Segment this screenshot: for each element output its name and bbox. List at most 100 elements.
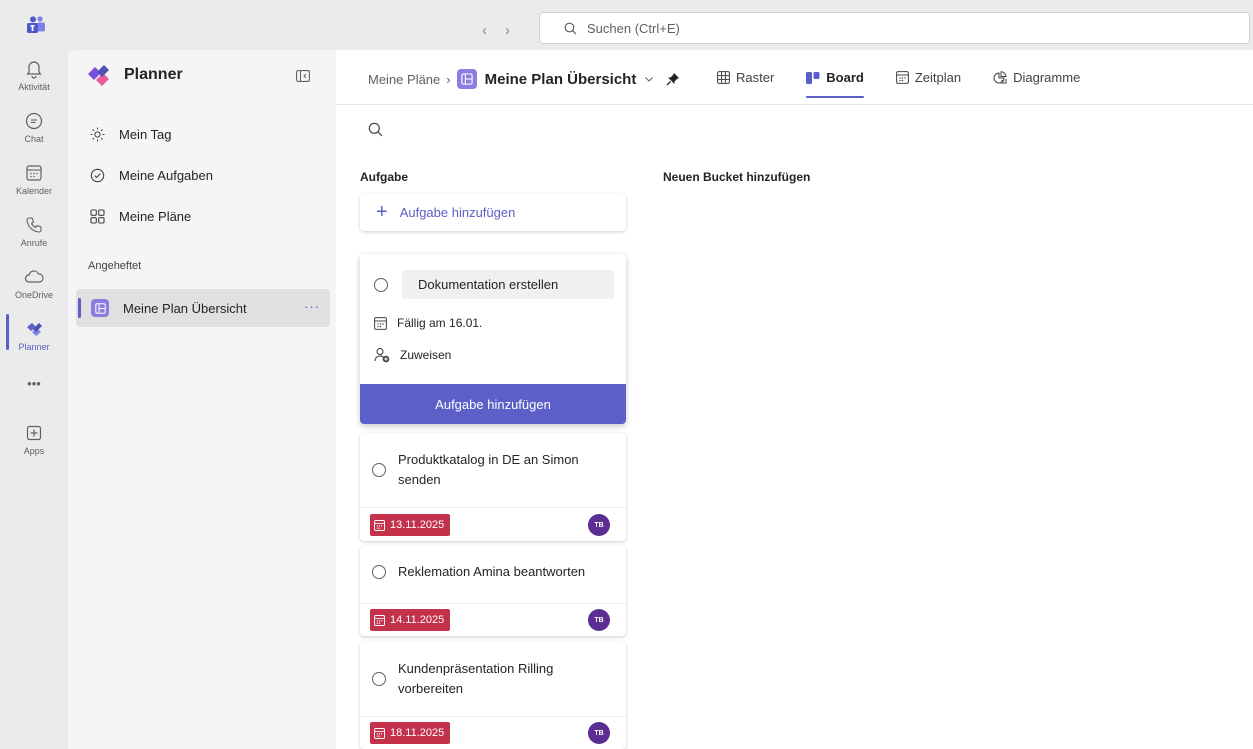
pin-icon[interactable] (666, 72, 680, 86)
due-date-picker[interactable]: Fällig am 16.01. (374, 316, 482, 330)
due-date-badge[interactable]: 13.11.2025 (370, 514, 451, 536)
rail-label: Anrufe (20, 238, 48, 248)
tab-board[interactable]: Board (806, 50, 864, 105)
breadcrumb-root-link[interactable]: Meine Pläne (368, 72, 440, 87)
apps-icon (26, 425, 42, 441)
calendar-icon (374, 519, 385, 531)
rail-label: OneDrive (14, 290, 53, 300)
calendar-icon (26, 165, 42, 181)
forward-button[interactable]: › (505, 22, 510, 39)
assign-button[interactable]: Zuweisen (374, 347, 451, 363)
task-title: Produktkatalog in DE an Simon senden (398, 452, 579, 487)
rail-item-planner[interactable]: Planner (0, 318, 68, 352)
avatar[interactable]: TB (588, 514, 610, 536)
app-title: Planner (124, 66, 183, 83)
task-card[interactable]: Kundenpräsentation Rilling vorbereiten 1… (360, 642, 626, 749)
calendar-icon (374, 316, 387, 330)
sidebar-item-label: Meine Aufgaben (119, 168, 213, 183)
more-options-button[interactable]: ··· (304, 299, 320, 314)
search-placeholder: Suchen (Ctrl+E) (587, 20, 680, 36)
calendar-icon (374, 614, 385, 626)
complete-checkbox[interactable] (372, 565, 386, 579)
teams-logo-icon[interactable] (25, 16, 47, 34)
chart-icon (993, 70, 1007, 84)
complete-checkbox[interactable] (374, 277, 388, 292)
phone-icon (26, 217, 42, 233)
rail-item-aktivitaet[interactable]: Aktivität (0, 58, 68, 92)
sidebar-item-label: Meine Pläne (119, 209, 192, 224)
complete-checkbox[interactable] (372, 463, 386, 477)
rail-item-anrufe[interactable]: Anrufe (0, 214, 68, 248)
sun-icon (90, 127, 105, 142)
rail-label: Planner (18, 342, 50, 352)
search-icon (564, 22, 577, 34)
board-icon (806, 71, 820, 84)
submit-task-button[interactable]: Aufgabe hinzufügen (360, 384, 626, 424)
rail-label: Chat (24, 134, 44, 144)
tab-diagramme[interactable]: Diagramme (993, 50, 1080, 105)
rail-more-button[interactable]: ••• (0, 376, 68, 391)
check-circle-icon (90, 168, 105, 183)
due-date-label: Fällig am 16.01. (397, 316, 483, 330)
rail-label: Aktivität (18, 82, 50, 92)
person-add-icon (374, 347, 390, 363)
task-title-input[interactable]: Dokumentation erstellen (402, 270, 614, 299)
collapse-sidebar-icon[interactable] (296, 70, 310, 82)
sidebar-item-meine-aufgaben[interactable]: Meine Aufgaben (90, 168, 213, 183)
main-content: Meine Pläne › Meine Plan Übersicht Raste… (336, 50, 1253, 749)
grid-icon (90, 209, 105, 224)
rail-item-kalender[interactable]: Kalender (0, 162, 68, 196)
sidebar-item-mein-tag[interactable]: Mein Tag (90, 127, 172, 142)
tab-label: Diagramme (1013, 70, 1081, 85)
pinned-plan-label: Meine Plan Übersicht (123, 300, 247, 316)
tab-raster[interactable]: Raster (717, 50, 774, 105)
plan-board-icon (456, 69, 477, 89)
sidebar-item-meine-plaene[interactable]: Meine Pläne (90, 209, 191, 224)
tab-label: Zeitplan (914, 70, 962, 85)
avatar[interactable]: TB (588, 722, 610, 744)
pinned-section-title: Angeheftet (88, 260, 142, 272)
view-tabs: Raster Board Zeitplan Diagramme (717, 50, 1112, 105)
add-bucket-button[interactable]: Neuen Bucket hinzufügen (663, 170, 810, 184)
search-icon[interactable] (368, 122, 383, 137)
due-date-badge[interactable]: 14.11.2025 (370, 609, 451, 631)
rail-item-onedrive[interactable]: OneDrive (0, 266, 68, 300)
sidebar-item-label: Mein Tag (119, 127, 172, 142)
chevron-down-icon[interactable] (644, 74, 654, 84)
task-title: Kundenpräsentation Rilling vorbereiten (398, 661, 554, 696)
planner-icon (27, 323, 42, 336)
due-date-text: 13.11.2025 (390, 519, 445, 531)
divider (360, 603, 626, 604)
sidebar-item-pinned-plan[interactable]: Meine Plan Übersicht ··· (76, 289, 330, 327)
plus-icon: + (376, 201, 388, 223)
due-date-text: 18.11.2025 (390, 727, 445, 739)
tab-label: Raster (736, 70, 775, 85)
plan-title[interactable]: Meine Plan Übersicht (485, 71, 637, 88)
rail-item-apps[interactable]: Apps (0, 422, 68, 456)
task-card[interactable]: Reklemation Amina beantworten 14.11.2025… (360, 546, 626, 636)
complete-checkbox[interactable] (372, 672, 386, 686)
title-bar: ‹ › Suchen (Ctrl+E) (0, 0, 1253, 50)
app-rail: Aktivität Chat Kalender Anrufe OneDrive … (0, 50, 68, 749)
back-button[interactable]: ‹ (482, 22, 487, 39)
tab-zeitplan[interactable]: Zeitplan (895, 50, 962, 105)
chat-icon (25, 112, 43, 130)
bucket-title[interactable]: Aufgabe (360, 170, 408, 184)
table-icon (717, 71, 730, 84)
rail-label: Kalender (15, 186, 53, 196)
add-task-button[interactable]: + Aufgabe hinzufügen (360, 194, 626, 231)
rail-item-chat[interactable]: Chat (0, 110, 68, 144)
due-date-badge[interactable]: 18.11.2025 (370, 722, 451, 744)
add-task-label: Aufgabe hinzufügen (399, 205, 516, 220)
rail-label: Apps (23, 446, 45, 456)
calendar-icon (374, 727, 385, 739)
global-search-input[interactable]: Suchen (Ctrl+E) (539, 12, 1250, 44)
task-card[interactable]: Produktkatalog in DE an Simon senden 13.… (360, 433, 626, 541)
tab-label: Board (826, 70, 864, 85)
divider (360, 716, 626, 717)
avatar[interactable]: TB (588, 609, 610, 631)
schedule-icon (895, 71, 909, 84)
plan-board-icon (91, 299, 109, 317)
new-task-card: Dokumentation erstellen Fällig am 16.01.… (360, 254, 626, 424)
bell-icon (26, 61, 42, 79)
